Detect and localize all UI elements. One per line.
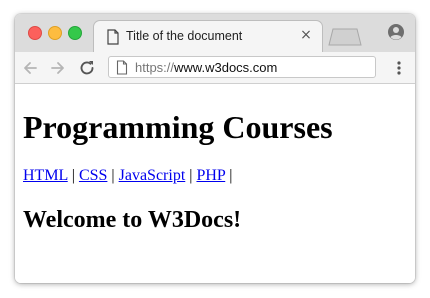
page-content: Programming Courses HTML | CSS | JavaScr… bbox=[15, 85, 415, 283]
nav-separator: | bbox=[111, 167, 115, 184]
url-scheme: https:// bbox=[135, 60, 175, 75]
document-icon bbox=[107, 29, 119, 45]
welcome-heading: Welcome to W3Docs! bbox=[23, 207, 242, 233]
close-window-button[interactable] bbox=[28, 26, 42, 40]
nav-link-javascript[interactable]: JavaScript bbox=[119, 167, 186, 184]
nav-separator: | bbox=[189, 167, 193, 184]
close-tab-icon[interactable]: × bbox=[298, 27, 314, 43]
back-arrow-icon[interactable] bbox=[21, 58, 41, 78]
reload-icon[interactable] bbox=[77, 58, 97, 78]
nav-link-html[interactable]: HTML bbox=[23, 167, 68, 184]
address-url[interactable]: https://www.w3docs.com bbox=[135, 60, 277, 75]
forward-arrow-icon[interactable] bbox=[47, 58, 67, 78]
profile-icon[interactable] bbox=[387, 23, 405, 41]
page-icon bbox=[116, 60, 128, 75]
nav-link-css[interactable]: CSS bbox=[79, 167, 107, 184]
minimize-window-button[interactable] bbox=[48, 26, 62, 40]
browser-tab[interactable]: Title of the document × bbox=[93, 20, 323, 52]
new-tab-icon[interactable] bbox=[328, 28, 362, 46]
browser-window: Title of the document × https://www.w3do… bbox=[15, 14, 415, 283]
title-bar: Title of the document × bbox=[15, 14, 415, 52]
nav-separator: | bbox=[229, 167, 233, 184]
kebab-menu-icon[interactable] bbox=[389, 58, 409, 78]
page-heading: Programming Courses bbox=[23, 109, 333, 145]
course-nav: HTML | CSS | JavaScript | PHP | bbox=[23, 167, 232, 185]
tab-title: Title of the document bbox=[126, 29, 243, 43]
maximize-window-button[interactable] bbox=[68, 26, 82, 40]
browser-toolbar: https://www.w3docs.com bbox=[15, 52, 415, 84]
nav-separator: | bbox=[71, 167, 75, 184]
url-host: www.w3docs.com bbox=[174, 60, 278, 75]
address-bar[interactable]: https://www.w3docs.com bbox=[108, 56, 376, 78]
nav-link-php[interactable]: PHP bbox=[196, 167, 225, 184]
